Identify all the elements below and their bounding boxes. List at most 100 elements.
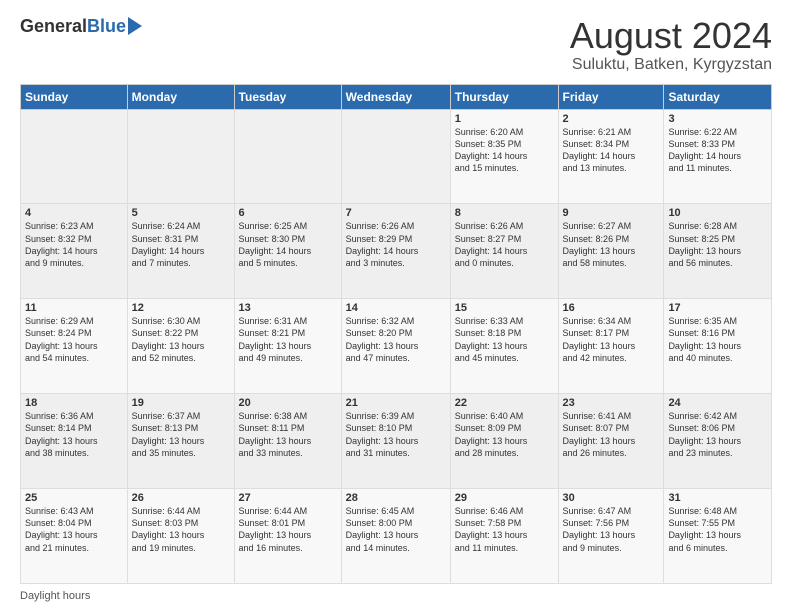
calendar-cell: 21Sunrise: 6:39 AM Sunset: 8:10 PM Dayli…: [341, 394, 450, 489]
logo-blue-text: Blue: [87, 16, 126, 37]
day-info: Sunrise: 6:47 AM Sunset: 7:56 PM Dayligh…: [563, 505, 660, 554]
day-number: 20: [239, 397, 337, 409]
calendar-cell: [127, 109, 234, 204]
day-number: 8: [455, 207, 554, 219]
day-header-friday: Friday: [558, 84, 664, 109]
calendar-cell: 28Sunrise: 6:45 AM Sunset: 8:00 PM Dayli…: [341, 489, 450, 584]
day-info: Sunrise: 6:33 AM Sunset: 8:18 PM Dayligh…: [455, 315, 554, 364]
day-info: Sunrise: 6:39 AM Sunset: 8:10 PM Dayligh…: [346, 410, 446, 459]
footer-label: Daylight hours: [20, 590, 90, 602]
calendar-table: SundayMondayTuesdayWednesdayThursdayFrid…: [20, 84, 772, 584]
day-info: Sunrise: 6:43 AM Sunset: 8:04 PM Dayligh…: [25, 505, 123, 554]
day-info: Sunrise: 6:42 AM Sunset: 8:06 PM Dayligh…: [668, 410, 767, 459]
day-number: 1: [455, 113, 554, 125]
day-info: Sunrise: 6:23 AM Sunset: 8:32 PM Dayligh…: [25, 220, 123, 269]
calendar-cell: 27Sunrise: 6:44 AM Sunset: 8:01 PM Dayli…: [234, 489, 341, 584]
day-number: 5: [132, 207, 230, 219]
day-info: Sunrise: 6:32 AM Sunset: 8:20 PM Dayligh…: [346, 315, 446, 364]
calendar-cell: 17Sunrise: 6:35 AM Sunset: 8:16 PM Dayli…: [664, 299, 772, 394]
day-info: Sunrise: 6:40 AM Sunset: 8:09 PM Dayligh…: [455, 410, 554, 459]
month-year-title: August 2024: [570, 16, 772, 56]
week-row-3: 11Sunrise: 6:29 AM Sunset: 8:24 PM Dayli…: [21, 299, 772, 394]
day-number: 7: [346, 207, 446, 219]
day-number: 31: [668, 492, 767, 504]
day-number: 27: [239, 492, 337, 504]
calendar-cell: 23Sunrise: 6:41 AM Sunset: 8:07 PM Dayli…: [558, 394, 664, 489]
day-header-wednesday: Wednesday: [341, 84, 450, 109]
day-number: 28: [346, 492, 446, 504]
day-header-monday: Monday: [127, 84, 234, 109]
day-number: 19: [132, 397, 230, 409]
calendar-header: SundayMondayTuesdayWednesdayThursdayFrid…: [21, 84, 772, 109]
week-row-5: 25Sunrise: 6:43 AM Sunset: 8:04 PM Dayli…: [21, 489, 772, 584]
day-info: Sunrise: 6:20 AM Sunset: 8:35 PM Dayligh…: [455, 126, 554, 175]
calendar-cell: 30Sunrise: 6:47 AM Sunset: 7:56 PM Dayli…: [558, 489, 664, 584]
day-header-saturday: Saturday: [664, 84, 772, 109]
day-info: Sunrise: 6:26 AM Sunset: 8:27 PM Dayligh…: [455, 220, 554, 269]
day-info: Sunrise: 6:34 AM Sunset: 8:17 PM Dayligh…: [563, 315, 660, 364]
day-number: 2: [563, 113, 660, 125]
calendar-cell: 9Sunrise: 6:27 AM Sunset: 8:26 PM Daylig…: [558, 204, 664, 299]
day-info: Sunrise: 6:44 AM Sunset: 8:03 PM Dayligh…: [132, 505, 230, 554]
day-info: Sunrise: 6:26 AM Sunset: 8:29 PM Dayligh…: [346, 220, 446, 269]
calendar-cell: [21, 109, 128, 204]
calendar-cell: 1Sunrise: 6:20 AM Sunset: 8:35 PM Daylig…: [450, 109, 558, 204]
title-block: August 2024 Suluktu, Batken, Kyrgyzstan: [570, 16, 772, 74]
calendar: SundayMondayTuesdayWednesdayThursdayFrid…: [20, 84, 772, 584]
calendar-cell: 12Sunrise: 6:30 AM Sunset: 8:22 PM Dayli…: [127, 299, 234, 394]
day-number: 24: [668, 397, 767, 409]
day-info: Sunrise: 6:46 AM Sunset: 7:58 PM Dayligh…: [455, 505, 554, 554]
page: General Blue August 2024 Suluktu, Batken…: [0, 0, 792, 612]
week-row-2: 4Sunrise: 6:23 AM Sunset: 8:32 PM Daylig…: [21, 204, 772, 299]
day-number: 13: [239, 302, 337, 314]
day-number: 11: [25, 302, 123, 314]
day-number: 21: [346, 397, 446, 409]
footer: Daylight hours: [20, 590, 772, 602]
day-info: Sunrise: 6:25 AM Sunset: 8:30 PM Dayligh…: [239, 220, 337, 269]
logo-arrow-icon: [128, 17, 142, 35]
day-number: 18: [25, 397, 123, 409]
day-info: Sunrise: 6:30 AM Sunset: 8:22 PM Dayligh…: [132, 315, 230, 364]
day-number: 30: [563, 492, 660, 504]
logo-general-text: General: [20, 16, 87, 37]
header: General Blue August 2024 Suluktu, Batken…: [20, 16, 772, 74]
day-number: 10: [668, 207, 767, 219]
calendar-cell: [234, 109, 341, 204]
day-info: Sunrise: 6:27 AM Sunset: 8:26 PM Dayligh…: [563, 220, 660, 269]
day-number: 17: [668, 302, 767, 314]
day-info: Sunrise: 6:35 AM Sunset: 8:16 PM Dayligh…: [668, 315, 767, 364]
calendar-cell: 15Sunrise: 6:33 AM Sunset: 8:18 PM Dayli…: [450, 299, 558, 394]
day-info: Sunrise: 6:37 AM Sunset: 8:13 PM Dayligh…: [132, 410, 230, 459]
day-header-sunday: Sunday: [21, 84, 128, 109]
calendar-cell: 26Sunrise: 6:44 AM Sunset: 8:03 PM Dayli…: [127, 489, 234, 584]
day-info: Sunrise: 6:31 AM Sunset: 8:21 PM Dayligh…: [239, 315, 337, 364]
calendar-cell: 31Sunrise: 6:48 AM Sunset: 7:55 PM Dayli…: [664, 489, 772, 584]
day-header-tuesday: Tuesday: [234, 84, 341, 109]
calendar-cell: 6Sunrise: 6:25 AM Sunset: 8:30 PM Daylig…: [234, 204, 341, 299]
day-info: Sunrise: 6:45 AM Sunset: 8:00 PM Dayligh…: [346, 505, 446, 554]
day-info: Sunrise: 6:29 AM Sunset: 8:24 PM Dayligh…: [25, 315, 123, 364]
day-info: Sunrise: 6:44 AM Sunset: 8:01 PM Dayligh…: [239, 505, 337, 554]
day-number: 16: [563, 302, 660, 314]
days-header-row: SundayMondayTuesdayWednesdayThursdayFrid…: [21, 84, 772, 109]
calendar-cell: 8Sunrise: 6:26 AM Sunset: 8:27 PM Daylig…: [450, 204, 558, 299]
calendar-cell: 7Sunrise: 6:26 AM Sunset: 8:29 PM Daylig…: [341, 204, 450, 299]
day-info: Sunrise: 6:41 AM Sunset: 8:07 PM Dayligh…: [563, 410, 660, 459]
day-number: 6: [239, 207, 337, 219]
week-row-4: 18Sunrise: 6:36 AM Sunset: 8:14 PM Dayli…: [21, 394, 772, 489]
day-info: Sunrise: 6:24 AM Sunset: 8:31 PM Dayligh…: [132, 220, 230, 269]
day-number: 4: [25, 207, 123, 219]
calendar-cell: 29Sunrise: 6:46 AM Sunset: 7:58 PM Dayli…: [450, 489, 558, 584]
calendar-cell: 18Sunrise: 6:36 AM Sunset: 8:14 PM Dayli…: [21, 394, 128, 489]
day-info: Sunrise: 6:48 AM Sunset: 7:55 PM Dayligh…: [668, 505, 767, 554]
day-number: 3: [668, 113, 767, 125]
location-subtitle: Suluktu, Batken, Kyrgyzstan: [570, 56, 772, 74]
day-info: Sunrise: 6:28 AM Sunset: 8:25 PM Dayligh…: [668, 220, 767, 269]
calendar-cell: 2Sunrise: 6:21 AM Sunset: 8:34 PM Daylig…: [558, 109, 664, 204]
calendar-cell: 13Sunrise: 6:31 AM Sunset: 8:21 PM Dayli…: [234, 299, 341, 394]
day-number: 22: [455, 397, 554, 409]
day-number: 14: [346, 302, 446, 314]
day-info: Sunrise: 6:21 AM Sunset: 8:34 PM Dayligh…: [563, 126, 660, 175]
calendar-cell: 4Sunrise: 6:23 AM Sunset: 8:32 PM Daylig…: [21, 204, 128, 299]
calendar-cell: 16Sunrise: 6:34 AM Sunset: 8:17 PM Dayli…: [558, 299, 664, 394]
